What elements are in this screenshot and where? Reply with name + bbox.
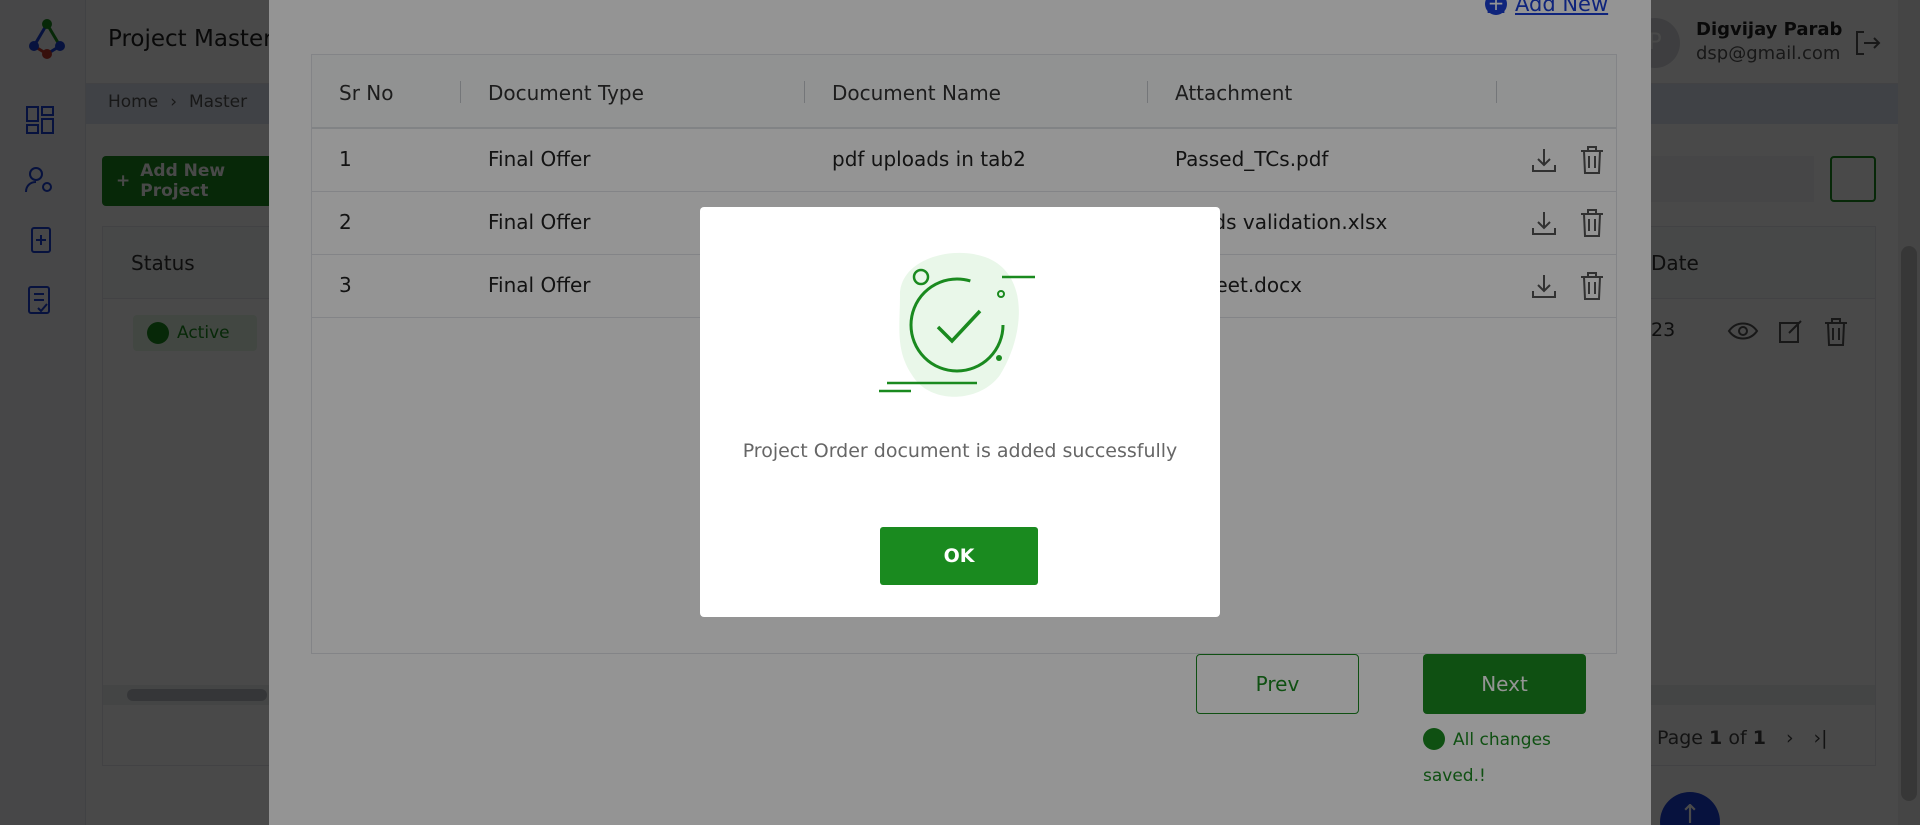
- success-message: Project Order document is added successf…: [742, 440, 1178, 462]
- success-check-illustration: [879, 252, 1035, 397]
- success-modal: Project Order document is added successf…: [700, 207, 1220, 617]
- ok-button[interactable]: OK: [880, 527, 1038, 585]
